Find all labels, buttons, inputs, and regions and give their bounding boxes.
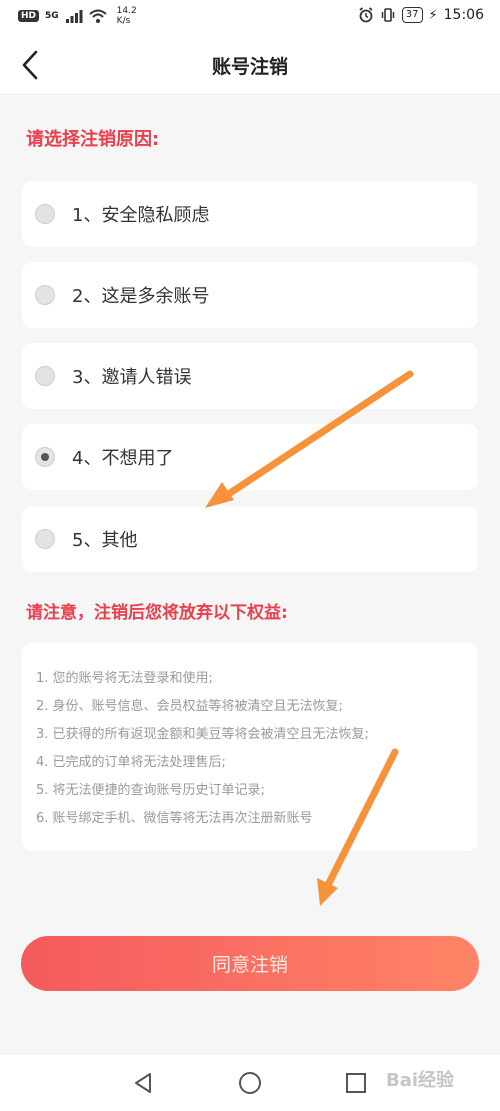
page-header: 账号注销 xyxy=(0,34,500,95)
notice-item: 6. 账号绑定手机、微信等将无法再次注册新账号 xyxy=(36,811,313,826)
notice-item: 2. 身份、账号信息、会员权益等将被清空且无法恢复; xyxy=(36,699,343,714)
status-right: 37 ⚡ 15:06 xyxy=(358,7,484,23)
radio-button[interactable] xyxy=(35,366,55,386)
notice-item: 5. 将无法便捷的查询账号历史订单记录; xyxy=(36,783,265,798)
battery-indicator: 37 xyxy=(401,7,423,23)
network-speed: 14.2 K/s xyxy=(117,6,137,26)
notice-item: 3. 已获得的所有返现金额和美豆等将会被清空且无法恢复; xyxy=(36,727,369,742)
notice-list: 1. 您的账号将无法登录和使用; 2. 身份、账号信息、会员权益等将被清空且无法… xyxy=(36,665,369,833)
nav-back-button[interactable] xyxy=(130,1069,158,1097)
signal-icon xyxy=(65,10,83,23)
circle-home-icon xyxy=(239,1072,261,1094)
radio-button[interactable] xyxy=(35,204,55,224)
reason-option-label: 1、安全隐私顾虑 xyxy=(72,205,210,226)
reason-option-4[interactable]: 4、不想用了 xyxy=(22,424,478,490)
nav-recents-button[interactable] xyxy=(342,1069,370,1097)
alarm-icon xyxy=(359,7,373,23)
notice-section-title: 请注意，注销后您将放弃以下权益: xyxy=(26,603,288,623)
reason-option-label: 5、其他 xyxy=(72,530,138,551)
reason-option-label: 2、这是多余账号 xyxy=(72,286,210,307)
reason-option-3[interactable]: 3、邀请人错误 xyxy=(22,343,478,409)
reason-section-title: 请选择注销原因: xyxy=(26,129,160,150)
hd-badge: HD xyxy=(18,10,40,22)
nav-home-button[interactable] xyxy=(236,1069,264,1097)
notice-item: 1. 您的账号将无法登录和使用; xyxy=(36,671,213,686)
network-speed-value: 14.2 xyxy=(116,6,137,16)
radio-button[interactable] xyxy=(35,285,55,305)
charging-icon: ⚡ xyxy=(428,7,438,23)
watermark: Bai经验 xyxy=(386,1070,455,1091)
page-title: 账号注销 xyxy=(211,56,288,78)
reason-option-label: 3、邀请人错误 xyxy=(72,367,192,388)
status-left: HD 5G 14.2 K/s xyxy=(18,6,137,26)
notice-box: 1. 您的账号将无法登录和使用; 2. 身份、账号信息、会员权益等将被清空且无法… xyxy=(22,643,478,851)
radio-button[interactable] xyxy=(35,529,55,549)
radio-button-selected[interactable] xyxy=(35,447,55,467)
vibrate-icon xyxy=(381,8,395,22)
status-bar: HD 5G 14.2 K/s 37 ⚡ 15:06 xyxy=(0,0,500,34)
agree-deactivate-button[interactable]: 同意注销 xyxy=(21,936,479,991)
reason-option-2[interactable]: 2、这是多余账号 xyxy=(22,262,478,328)
reason-option-label: 4、不想用了 xyxy=(72,448,174,469)
reason-option-1[interactable]: 1、安全隐私顾虑 xyxy=(22,181,478,247)
network-speed-unit: K/s xyxy=(116,16,131,26)
reason-option-5[interactable]: 5、其他 xyxy=(22,506,478,572)
signal-label: 5G xyxy=(45,11,59,21)
square-recents-icon xyxy=(346,1073,366,1093)
triangle-back-icon xyxy=(135,1073,151,1093)
status-time: 15:06 xyxy=(443,7,484,23)
wifi-icon xyxy=(89,9,107,23)
notice-item: 4. 已完成的订单将无法处理售后; xyxy=(36,755,226,770)
